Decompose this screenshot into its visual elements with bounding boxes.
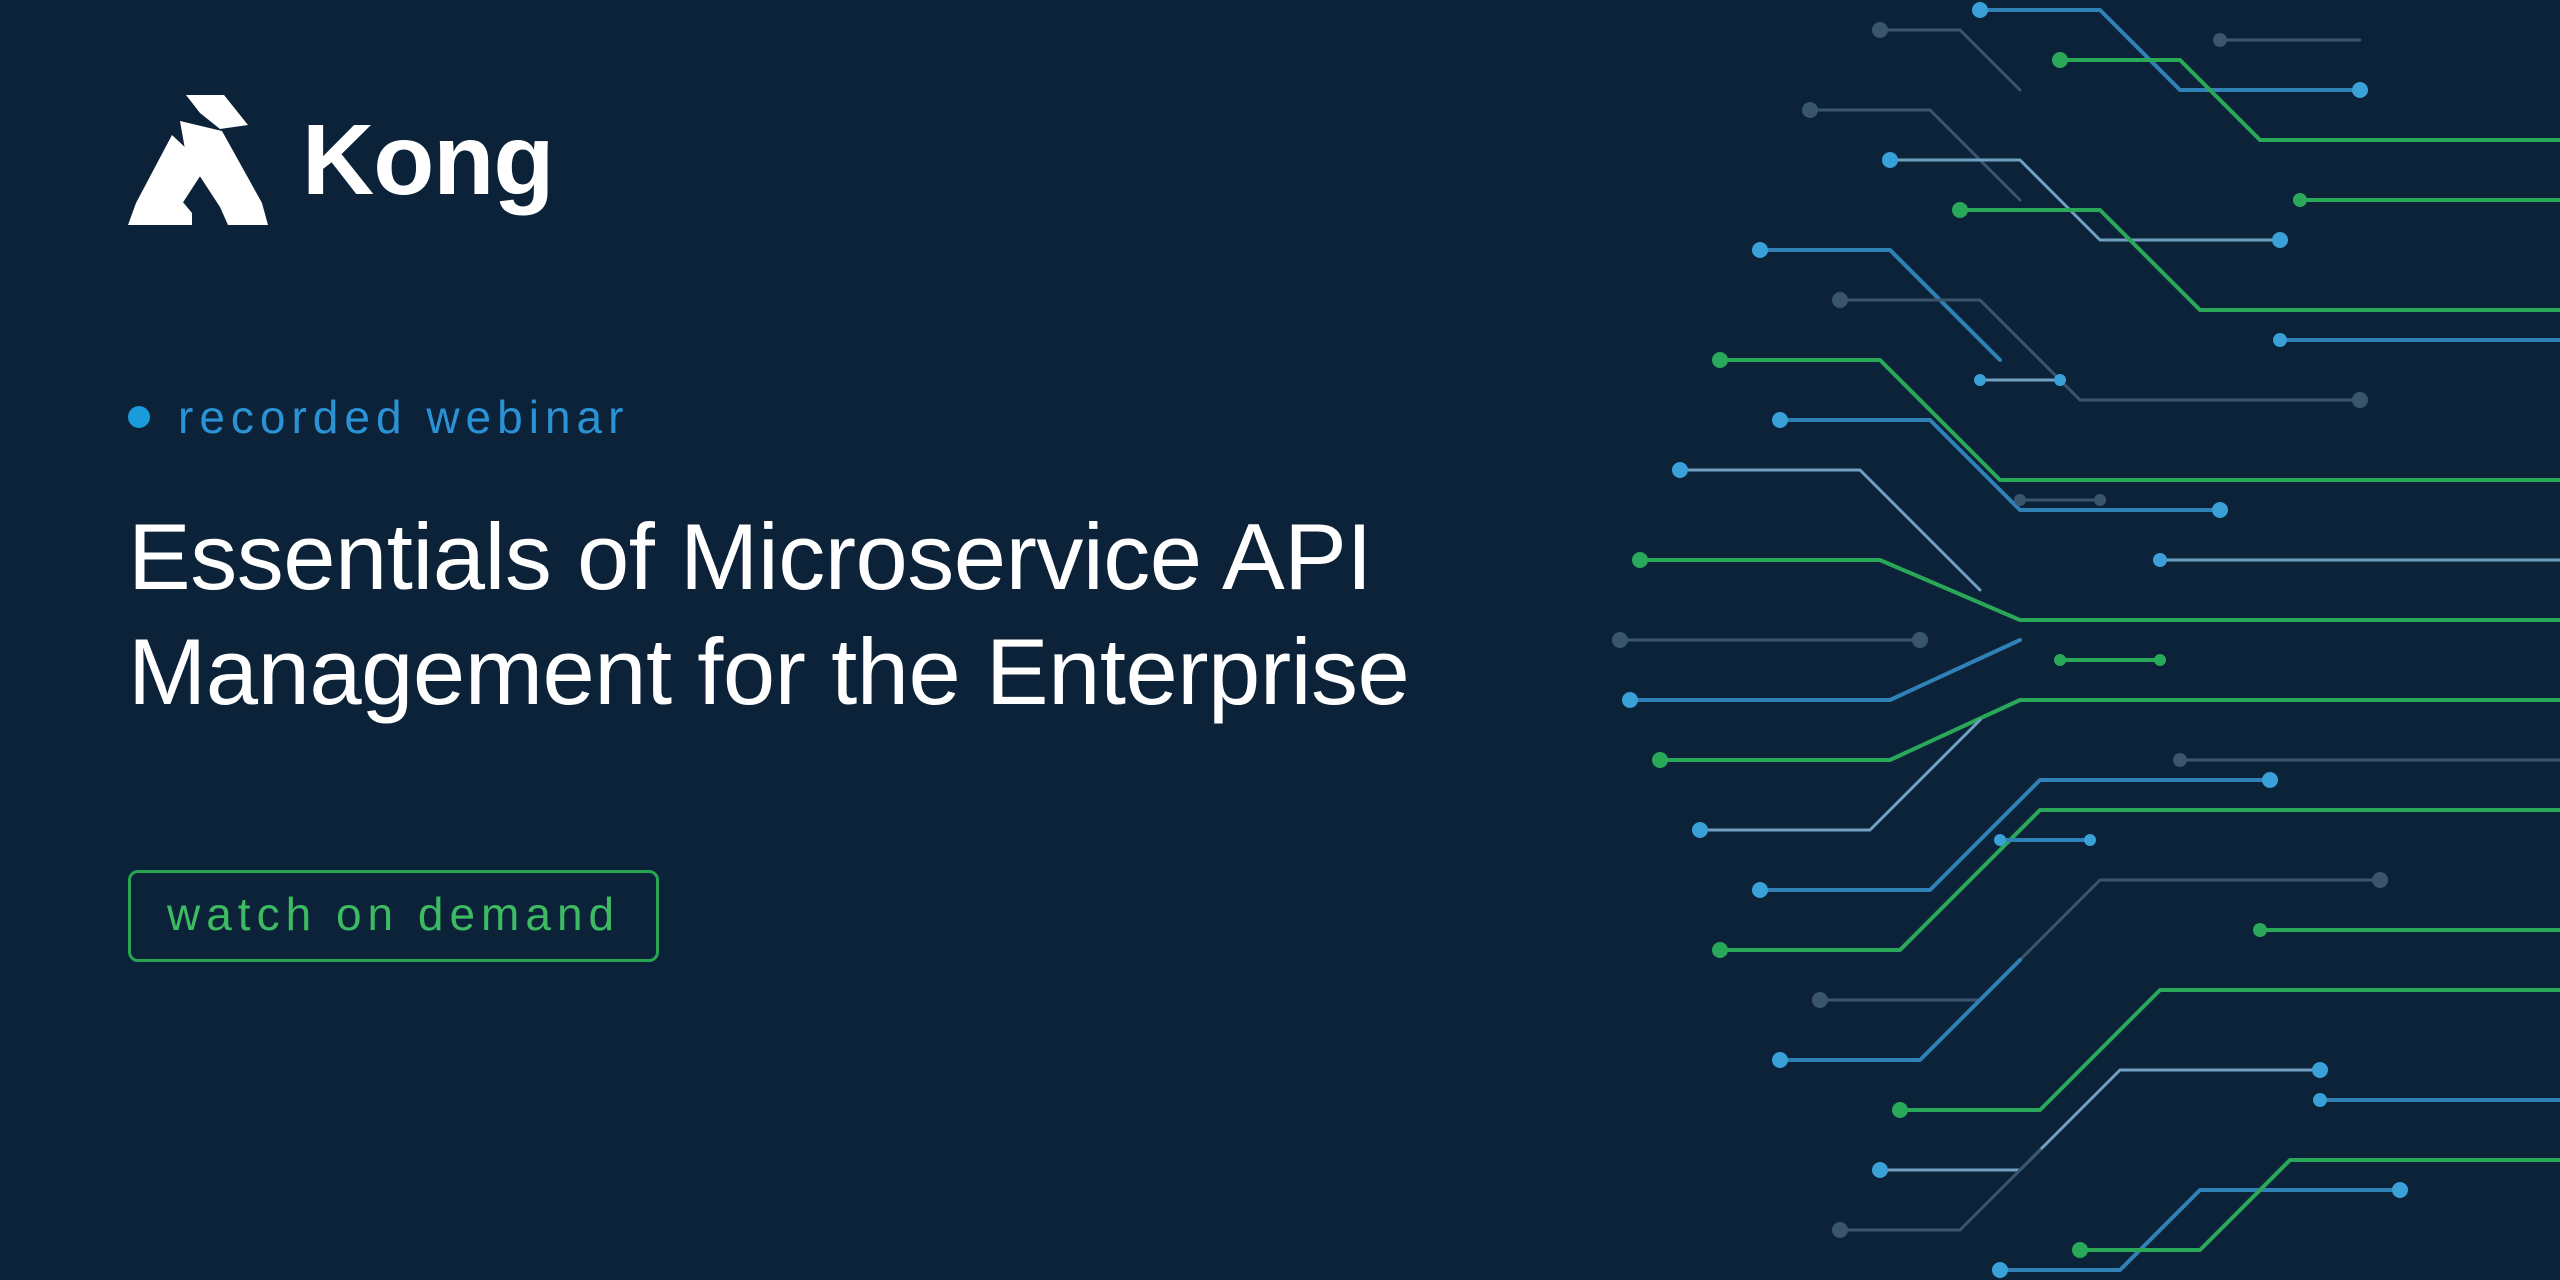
kong-logo-icon [128,95,268,225]
brand-name: Kong [302,103,553,218]
eyebrow: recorded webinar [128,390,629,444]
brand-logo: Kong [128,95,553,225]
eyebrow-label: recorded webinar [178,390,629,444]
cta-label: watch on demand [167,887,620,941]
page-title: Essentials of Microservice API Managemen… [128,500,1728,729]
eyebrow-dot-icon [128,406,150,428]
watch-on-demand-button[interactable]: watch on demand [128,870,659,962]
